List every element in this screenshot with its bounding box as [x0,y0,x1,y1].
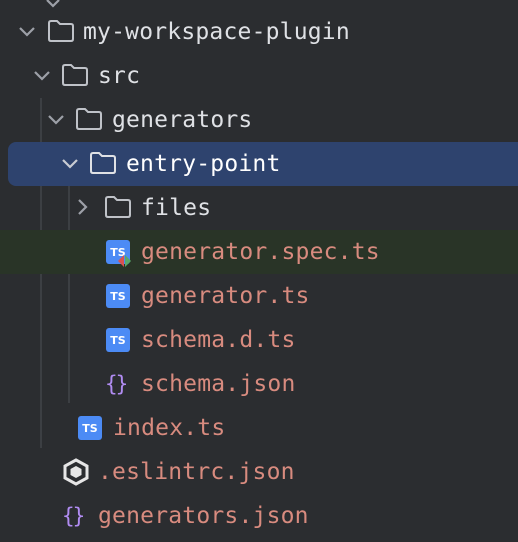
tree-row-schema-d-ts[interactable]: TS schema.d.ts [0,318,518,362]
file-type-badge: TS [82,422,98,435]
file-label: generators.json [98,503,309,529]
tree-row-folder[interactable] [0,0,518,10]
tree-row-files[interactable]: files [0,186,518,230]
tree-row-my-workspace-plugin[interactable]: my-workspace-plugin [0,10,518,54]
file-label: generator.ts [141,283,310,309]
tree-row-generator-ts[interactable]: TS generator.ts [0,274,518,318]
folder-icon [75,98,103,142]
tree-row-generators[interactable]: generators [0,98,518,142]
file-label: schema.d.ts [141,327,296,353]
tree-row-entry-point[interactable]: entry-point [8,142,518,186]
file-type-badge: TS [110,334,126,347]
typescript-icon: TS [78,416,102,440]
folder-icon [89,142,117,186]
chevron-right-icon[interactable] [75,186,99,230]
chevron-down-icon[interactable] [33,54,57,98]
json-icon: {} [62,504,85,528]
tree-row-src[interactable]: src [0,54,518,98]
eslint-icon [63,458,89,486]
file-label: generator.spec.ts [141,239,380,265]
typescript-icon: TS [106,328,130,352]
tree-row-eslintrc-json[interactable]: .eslintrc.json [0,450,518,494]
folder-label: generators [112,107,253,133]
tree-row-schema-json[interactable]: {} schema.json [0,362,518,406]
json-icon: {} [105,372,128,396]
folder-label: src [98,63,141,89]
folder-label: my-workspace-plugin [83,19,350,45]
file-label: index.ts [113,415,226,441]
file-type-badge: TS [110,290,126,303]
folder-label: entry-point [126,151,281,177]
folder-icon [61,54,89,98]
typescript-icon: TS [106,284,130,308]
chevron-down-icon[interactable] [61,142,85,186]
chevron-down-icon[interactable] [44,0,68,10]
chevron-down-icon[interactable] [18,10,42,54]
folder-label: files [141,195,212,221]
tree-row-generators-json[interactable]: {} generators.json [0,494,518,538]
test-run-marker-icon [118,255,131,267]
tree-row-index-ts[interactable]: TS index.ts [0,406,518,450]
chevron-down-icon[interactable] [47,98,71,142]
file-label: schema.json [141,371,296,397]
file-label: .eslintrc.json [98,459,295,485]
tree-row-generator-spec-ts[interactable]: TS generator.spec.ts [0,230,518,274]
folder-icon [104,186,132,230]
folder-icon [47,10,75,54]
project-tree: my-workspace-plugin src generators entry… [0,0,518,542]
